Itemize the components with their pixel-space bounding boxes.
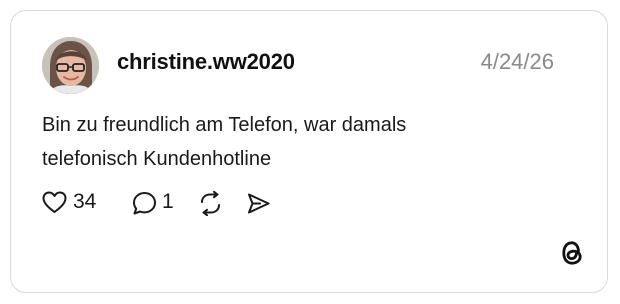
repost-icon	[201, 191, 220, 216]
post-text-line: Bin zu freundlich am Telefon, war damals	[42, 114, 407, 136]
share-button[interactable]	[246, 189, 272, 217]
threads-logo-icon	[562, 241, 582, 265]
reply-count: 1	[162, 190, 174, 213]
speech-bubble-icon	[133, 192, 156, 215]
username[interactable]: christine.ww2020	[117, 49, 295, 75]
post-card: christine.ww2020 4/24/26 Bin zu freundli…	[10, 10, 608, 293]
reply-button[interactable]: 1	[132, 189, 180, 217]
heart-icon	[42, 191, 67, 213]
like-button[interactable]: 34	[42, 189, 112, 217]
post-text-line: telefonisch Kundenhotline	[42, 148, 272, 170]
post-date: 4/24/26	[480, 49, 554, 74]
send-icon	[248, 193, 270, 214]
repost-button[interactable]	[198, 189, 224, 217]
post-text: Bin zu freundlich am Telefon, war damals…	[42, 108, 512, 176]
avatar[interactable]	[42, 37, 99, 94]
like-count: 34	[73, 190, 97, 213]
